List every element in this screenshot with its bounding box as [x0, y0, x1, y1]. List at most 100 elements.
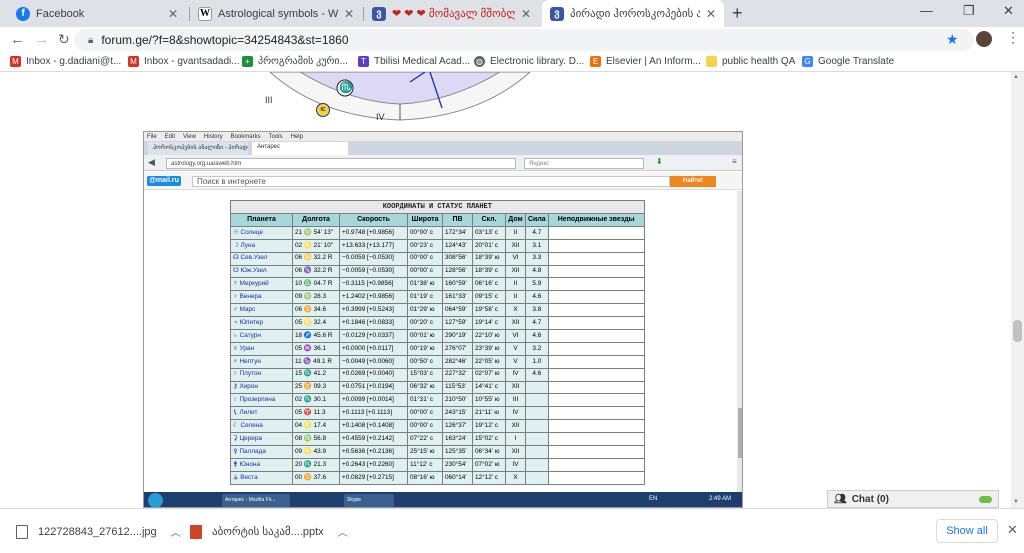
scroll-down-icon[interactable]: ▼ [1013, 499, 1019, 505]
tab-title: ❤ ❤ ❤ მომავალ მშობლები [392, 8, 515, 20]
page-scroll-thumb[interactable] [1013, 320, 1022, 342]
planet-cell [525, 470, 549, 485]
horoscope-wheel [269, 72, 531, 121]
image-file-icon [16, 524, 28, 539]
fixed-stars-cell [547, 457, 645, 472]
bookmark-elibrary[interactable]: ◍ Electronic library. D... [474, 56, 584, 67]
pptx-file-icon [190, 524, 202, 539]
planet-table-title: КООРДИНАТЫ И СТАТУС ПЛАНЕТ [230, 200, 645, 213]
ic-marker: IC [316, 103, 330, 117]
forward-arrow-icon[interactable]: → [34, 31, 49, 48]
back-arrow-icon[interactable]: ← [10, 31, 25, 48]
planet-cell: 23°39' ю [472, 341, 506, 356]
planet-cell: 06 ♑ 32.2 R [292, 264, 340, 279]
shot-scroll-thumb [738, 408, 742, 458]
planet-cell: ⚷ Хирон [230, 380, 293, 395]
lock-icon[interactable]: 🔒︎ [88, 35, 93, 46]
chevron-up-icon[interactable]: ︿ [171, 524, 181, 539]
planet-cell: ⚳ Церера [230, 432, 293, 447]
tab-forum-parents[interactable]: ვ ❤ ❤ ❤ მომავალ მშობლები ✕ [364, 0, 539, 27]
forum-ge-icon: ვ [550, 6, 564, 21]
planet-row: ♆ Нептун 11 ♑ 49.1 R −0.0049 [+0.0060] 00°5… [230, 354, 645, 369]
chat-toggle[interactable] [979, 495, 992, 503]
planet-cell: ☋ Юж.Узел [230, 264, 293, 279]
planet-row: ♇ Прозерпина 02 ♏ 30.1 +0.0099 [+0.0014] 01… [230, 393, 645, 408]
close-window-button[interactable]: ✕ [1003, 3, 1014, 19]
planet-cell: 115°53' [442, 380, 473, 395]
chat-label: Chat (0) [851, 493, 889, 505]
bookmark-elsevier[interactable]: E Elsevier | An Inform... [590, 56, 701, 67]
restore-button[interactable]: ❐ [963, 3, 975, 19]
planet-cell: +0.4559 [+0.2142] [339, 432, 408, 447]
chat-box[interactable]: 👥︎ Chat (0) [827, 490, 999, 508]
download-item-pptx[interactable]: აბორტის საკამ....pptx ︿ [190, 524, 348, 539]
download-item-image[interactable]: 122728843_27612....jpg ︿ [16, 524, 181, 539]
shot-tray-lang: EN [649, 496, 658, 502]
planet-cell: IV [505, 406, 526, 421]
close-icon[interactable]: ✕ [706, 7, 716, 21]
bookmark-inbox-1[interactable]: M Inbox - g.dadiani@t... [10, 56, 121, 67]
close-icon[interactable]: ✕ [344, 7, 354, 21]
shot-taskbar: Антарес - Mozilla Fir... Skype EN 2:49 A… [144, 492, 742, 507]
download-name: 122728843_27612....jpg [38, 525, 157, 538]
planet-cell: ♅ Уран [230, 341, 293, 356]
bookmark-public-health[interactable]: public health QA [706, 56, 795, 67]
address-bar[interactable]: 🔒︎ forum.ge/?f=8&showtopic=34254843&st=1… [74, 29, 974, 51]
tab-wikipedia[interactable]: W Astrological symbols - Wikipedia ✕ [190, 0, 362, 27]
bookmark-tma[interactable]: T Tbilisi Medical Acad... [358, 56, 470, 67]
planet-cell: III [505, 393, 526, 408]
shot-menu-tools: Tools [268, 133, 283, 140]
bookmark-program[interactable]: + პროგრამის კური... [242, 56, 348, 67]
planet-cell: 14°41' с [472, 380, 506, 395]
close-icon[interactable]: ✕ [168, 7, 178, 21]
planet-cell: 18 ♐ 45.6 R [292, 329, 340, 343]
planet-row: ♅ Уран 05 ♒ 36.1 +0.0000 [+0.0117] 00°19' ю… [230, 341, 645, 356]
kebab-menu-icon[interactable]: ⋮ [1006, 29, 1020, 46]
show-all-button[interactable]: Show all [936, 519, 998, 543]
bookmark-translate[interactable]: G Google Translate [802, 56, 894, 67]
close-downloads-icon[interactable]: ✕ [1007, 522, 1018, 538]
tab-forum-horoscope[interactable]: ვ პირადი ჰოროსკოპების ანალიზი ✕ [542, 0, 724, 27]
planet-cell: 128°56' [442, 264, 473, 279]
reload-icon[interactable]: ↻ [58, 31, 70, 48]
planet-cell: 15 ♏ 41.2 [292, 367, 340, 382]
new-tab-button[interactable]: + [732, 3, 743, 24]
fixed-stars-cell [547, 316, 645, 331]
planet-cell [525, 432, 549, 447]
planet-cell [525, 445, 549, 459]
chevron-up-icon[interactable]: ︿ [338, 524, 348, 539]
page-scrollbar[interactable] [1011, 72, 1024, 508]
scroll-up-icon[interactable]: ▲ [1013, 74, 1019, 80]
planet-row: ☽ Луна 02 ♌ 21' 10" +13.633 [+13.177] 00°23… [230, 238, 645, 253]
shot-menu-icon: ≡ [732, 157, 737, 166]
planet-row: ☊ Сев.Узел 06 ♋ 32.2 R −0.0059 [−0.0530] 00… [230, 251, 645, 266]
planet-cell: 19°14' с [472, 316, 506, 331]
planet-cell: +0.0099 [+0.0014] [339, 393, 408, 408]
shot-menu-view: View [183, 133, 196, 140]
planet-cell: +0.3999 [+0.5243] [339, 303, 408, 318]
tab-facebook[interactable]: f Facebook ✕ [8, 0, 186, 27]
planet-cell: 4.6 [525, 367, 549, 382]
planet-row: ⚸ Лилит 05 ♈ 11.3 +0.1113 [+0.1113] 00°00' … [230, 406, 645, 421]
close-icon[interactable]: ✕ [521, 7, 531, 21]
house-label-3: III [265, 95, 273, 105]
planet-cell: 18°39' ю [472, 251, 506, 266]
bookmark-inbox-2[interactable]: M Inbox - gvantsadadi... [128, 56, 240, 67]
planet-cell: ⚶ Веста [230, 470, 293, 485]
shot-tray-time: 2:49 AM [709, 496, 732, 502]
planet-cell: −0.0059 [−0.0530] [339, 264, 408, 279]
fixed-stars-cell [547, 406, 645, 421]
planet-cell: 124°43' [442, 238, 473, 253]
planet-cell: 06°16' с [472, 277, 506, 292]
shot-url-bar: astrology.org.ua/aweb.htm [166, 158, 516, 169]
planet-cell: ♇ Прозерпина [230, 393, 293, 408]
minimize-button[interactable]: — [920, 3, 933, 18]
translate-icon: G [802, 56, 813, 67]
planet-cell: 07°22' с [407, 432, 443, 447]
planet-cell: ♆ Нептун [230, 354, 293, 369]
planet-cell: ♀ Венера [230, 290, 293, 305]
star-icon[interactable]: ★ [946, 31, 959, 48]
profile-avatar[interactable] [976, 31, 992, 47]
planet-cell: XII [505, 316, 526, 331]
planet-cell: +0.0000 [+0.0117] [339, 341, 408, 356]
